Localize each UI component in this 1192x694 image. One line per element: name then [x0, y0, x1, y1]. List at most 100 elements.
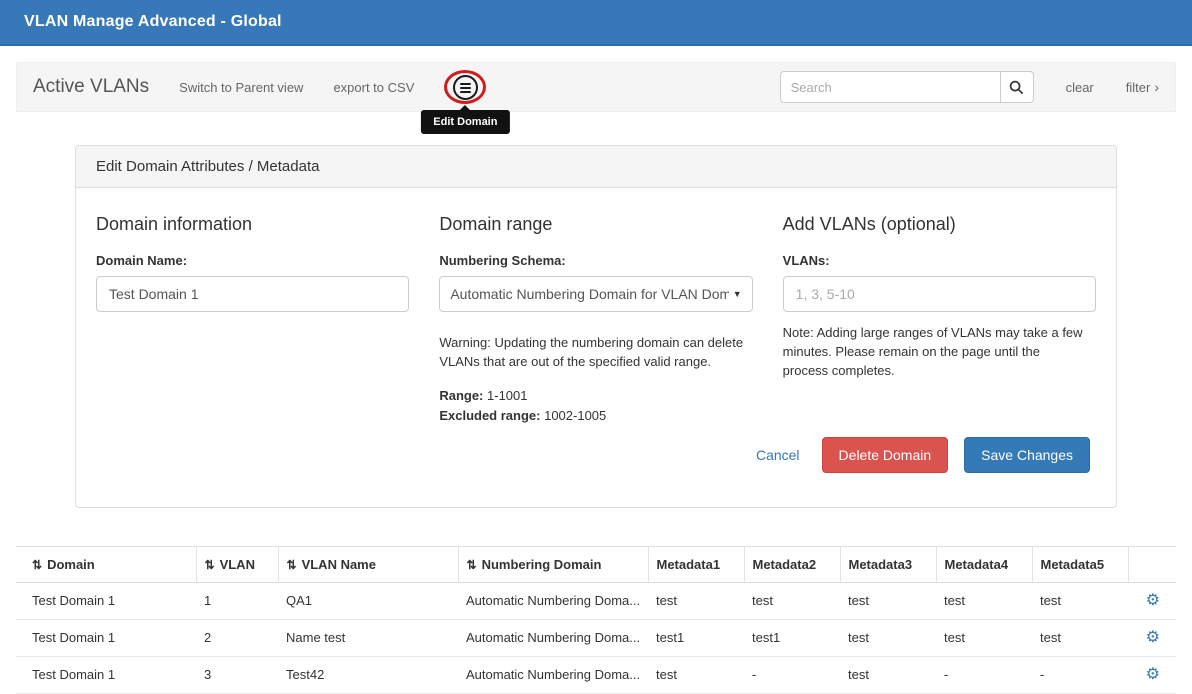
cell-metadata4: - [936, 656, 1032, 693]
search-group [780, 71, 1034, 103]
cell-metadata1: test [648, 582, 744, 619]
sort-icon: ⇅ [32, 558, 42, 572]
chevron-right-icon: › [1154, 79, 1159, 95]
row-settings-gear-icon[interactable]: ⚙ [1146, 667, 1160, 683]
domain-range-section: Domain range Numbering Schema: Automatic… [439, 214, 752, 423]
excluded-range-line: Excluded range: 1002-1005 [439, 408, 752, 423]
column-header-label: Metadata1 [657, 557, 721, 572]
add-vlans-heading: Add VLANs (optional) [783, 214, 1096, 235]
range-value: 1-1001 [487, 388, 527, 403]
app-title: VLAN Manage Advanced - Global [24, 13, 282, 31]
edit-domain-tooltip: Edit Domain [421, 110, 509, 134]
app-header: VLAN Manage Advanced - Global [0, 0, 1192, 46]
hamburger-bar [460, 87, 471, 89]
domain-name-input[interactable] [96, 276, 409, 312]
filter-link-label: filter [1126, 80, 1151, 95]
search-button[interactable] [1000, 71, 1034, 103]
delete-domain-button[interactable]: Delete Domain [822, 437, 949, 473]
save-changes-button[interactable]: Save Changes [964, 437, 1090, 473]
cell-metadata2: test [744, 582, 840, 619]
column-header-numbering-domain[interactable]: ⇅ Numbering Domain [458, 546, 648, 582]
hamburger-menu-icon[interactable] [453, 75, 478, 100]
cancel-button[interactable]: Cancel [756, 447, 800, 463]
cell-metadata4: test [936, 582, 1032, 619]
cell-metadata3: test [840, 656, 936, 693]
toolbar-right-group: clear filter › [780, 71, 1159, 103]
cell-domain: Test Domain 1 [16, 656, 196, 693]
column-header-metadata3: Metadata3 [840, 546, 936, 582]
sort-icon: ⇅ [287, 558, 297, 572]
column-header-label: Metadata2 [753, 557, 817, 572]
cell-metadata3: test [840, 582, 936, 619]
numbering-schema-label: Numbering Schema: [439, 253, 752, 268]
cell-numbering-domain: Automatic Numbering Doma... [458, 656, 648, 693]
page-title: Active VLANs [33, 76, 149, 98]
cell-numbering-domain: Automatic Numbering Doma... [458, 582, 648, 619]
cell-metadata5: test [1032, 582, 1128, 619]
cell-metadata3: test [840, 619, 936, 656]
clear-link[interactable]: clear [1066, 80, 1094, 95]
row-settings-gear-icon[interactable]: ⚙ [1146, 630, 1160, 646]
domain-name-label: Domain Name: [96, 253, 409, 268]
column-header-vlan[interactable]: ⇅ VLAN [196, 546, 278, 582]
caret-down-icon: ▼ [733, 289, 742, 299]
cell-vlan-name: Name test [278, 619, 458, 656]
cell-numbering-domain: Automatic Numbering Doma... [458, 619, 648, 656]
panel-heading: Edit Domain Attributes / Metadata [76, 146, 1116, 188]
cell-vlan: 1 [196, 582, 278, 619]
panel-actions: Cancel Delete Domain Save Changes [96, 437, 1096, 473]
panel-body: Domain information Domain Name: Domain r… [76, 188, 1116, 507]
cell-vlan: 2 [196, 619, 278, 656]
vlans-label: VLANs: [783, 253, 1096, 268]
domain-information-heading: Domain information [96, 214, 409, 235]
table-header-row: ⇅ Domain ⇅ VLAN ⇅VLAN Name ⇅ Numbering Doma… [16, 546, 1176, 582]
vlan-table-wrap: ⇅ Domain ⇅ VLAN ⇅VLAN Name ⇅ Numbering Doma… [16, 546, 1176, 694]
hamburger-bar [460, 83, 471, 85]
column-header-metadata2: Metadata2 [744, 546, 840, 582]
table-row: Test Domain 1 1 QA1 Automatic Numbering … [16, 582, 1176, 619]
numbering-schema-select[interactable]: Automatic Numbering Domain for VLAN Doma… [439, 276, 752, 312]
column-header-metadata4: Metadata4 [936, 546, 1032, 582]
cell-metadata5: test [1032, 619, 1128, 656]
cell-domain: Test Domain 1 [16, 619, 196, 656]
excluded-range-label: Excluded range: [439, 408, 540, 423]
cell-vlan: 3 [196, 656, 278, 693]
column-header-vlan-name[interactable]: ⇅VLAN Name [278, 546, 458, 582]
column-header-domain[interactable]: ⇅ Domain [16, 546, 196, 582]
excluded-range-value: 1002-1005 [544, 408, 606, 423]
cell-metadata2: - [744, 656, 840, 693]
range-label: Range: [439, 388, 483, 403]
column-header-label: Numbering Domain [482, 557, 602, 572]
range-warning-text: Warning: Updating the numbering domain c… [439, 334, 752, 372]
cell-domain: Test Domain 1 [16, 582, 196, 619]
column-header-actions [1128, 546, 1176, 582]
domain-information-section: Domain information Domain Name: [96, 214, 409, 423]
sort-icon: ⇅ [205, 558, 215, 572]
column-header-label: Metadata3 [849, 557, 913, 572]
column-header-label: Metadata4 [945, 557, 1009, 572]
cell-metadata5: - [1032, 656, 1128, 693]
domain-range-heading: Domain range [439, 214, 752, 235]
row-settings-gear-icon[interactable]: ⚙ [1146, 593, 1160, 609]
cell-metadata1: test [648, 656, 744, 693]
export-to-csv-link[interactable]: export to CSV [333, 80, 414, 95]
cell-metadata2: test1 [744, 619, 840, 656]
search-icon [1009, 80, 1024, 95]
cell-metadata4: test [936, 619, 1032, 656]
column-header-label: Domain [47, 557, 95, 572]
hamburger-bar [460, 91, 471, 93]
search-input[interactable] [780, 71, 1000, 103]
table-row: Test Domain 1 2 Name test Automatic Numb… [16, 619, 1176, 656]
column-header-label: VLAN [220, 557, 255, 572]
vlans-input[interactable] [783, 276, 1096, 312]
add-vlans-section: Add VLANs (optional) VLANs: Note: Adding… [783, 214, 1096, 423]
vlan-table: ⇅ Domain ⇅ VLAN ⇅VLAN Name ⇅ Numbering Doma… [16, 546, 1176, 694]
filter-link[interactable]: filter › [1126, 79, 1159, 95]
sort-icon: ⇅ [467, 558, 477, 572]
numbering-schema-selected-value: Automatic Numbering Domain for VLAN Doma [450, 286, 728, 302]
cell-metadata1: test1 [648, 619, 744, 656]
cell-vlan-name: Test42 [278, 656, 458, 693]
switch-to-parent-view-link[interactable]: Switch to Parent view [179, 80, 303, 95]
toolbar: Active VLANs Switch to Parent view expor… [16, 62, 1176, 112]
table-row: Test Domain 1 3 Test42 Automatic Numberi… [16, 656, 1176, 693]
